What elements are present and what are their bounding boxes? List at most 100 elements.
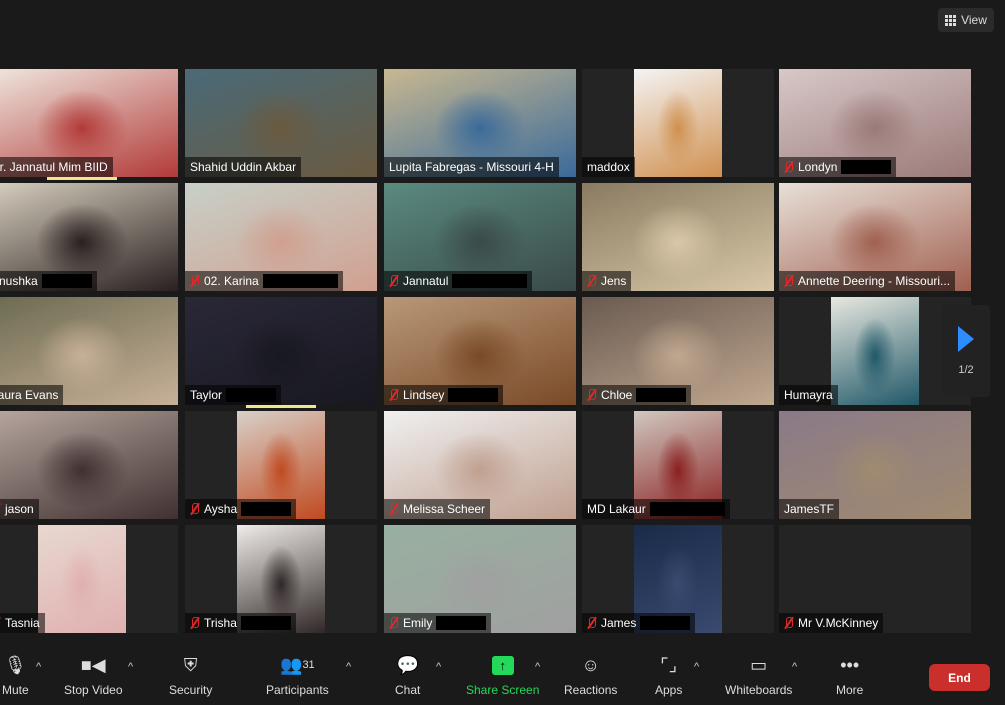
participant-name: Laura Evans bbox=[0, 388, 59, 402]
audio-activity-bar bbox=[47, 177, 117, 180]
participant-name-label: Chloe bbox=[582, 385, 692, 405]
more-button[interactable]: ••• More bbox=[836, 653, 863, 698]
grid-icon bbox=[945, 14, 957, 26]
participant-name-label: Aysha bbox=[185, 499, 297, 519]
muted-mic-icon bbox=[190, 617, 200, 629]
next-page-button[interactable]: 1/2 bbox=[942, 305, 990, 397]
participant-name: jason bbox=[5, 502, 34, 516]
participant-tile[interactable]: Tasnia bbox=[0, 525, 178, 633]
participant-name-label: Londyn bbox=[779, 157, 897, 177]
participant-tile[interactable]: Trisha bbox=[185, 525, 377, 633]
share-options-caret[interactable]: ^ bbox=[535, 661, 540, 673]
stop-video-button[interactable]: ■◀ Stop Video bbox=[64, 653, 123, 698]
reactions-button[interactable]: ☺ Reactions bbox=[564, 653, 617, 698]
participant-name: Tasnia bbox=[5, 616, 40, 630]
redaction-box bbox=[226, 388, 277, 402]
participant-tile[interactable]: Aysha bbox=[185, 411, 377, 519]
participant-name: Emily bbox=[403, 616, 433, 630]
participant-tile[interactable]: Chloe bbox=[582, 297, 774, 405]
muted-mic-icon bbox=[587, 617, 597, 629]
muted-mic-icon bbox=[389, 275, 399, 287]
participant-name-label: James bbox=[582, 613, 696, 633]
apps-button[interactable]: ⌜⌟ Apps bbox=[655, 653, 682, 698]
participant-tile[interactable]: Jens bbox=[582, 183, 774, 291]
participant-name: Lupita Fabregas - Missouri 4-H bbox=[389, 160, 554, 174]
view-button[interactable]: View bbox=[938, 8, 994, 32]
participant-name-label: Laura Evans bbox=[0, 385, 64, 405]
participant-tile[interactable]: Jannatul bbox=[384, 183, 576, 291]
muted-mic-icon bbox=[784, 617, 794, 629]
participant-tile[interactable]: Anushka bbox=[0, 183, 178, 291]
participants-button[interactable]: 👥 31 Participants bbox=[266, 653, 329, 698]
smiley-plus-icon: ☺ bbox=[581, 654, 600, 675]
participant-name-label: Dr. Jannatul Mim BIID bbox=[0, 157, 113, 177]
participant-count: 31 bbox=[302, 659, 315, 671]
chat-button[interactable]: 💬 Chat bbox=[395, 653, 420, 698]
participant-name-label: maddox bbox=[582, 157, 635, 177]
participant-name: Dr. Jannatul Mim BIID bbox=[0, 160, 108, 174]
end-meeting-button[interactable]: End bbox=[929, 664, 990, 691]
participant-name: James bbox=[601, 616, 637, 630]
meeting-toolbar: 🎙 Mute ^ ■◀ Stop Video ^ ⛨ Security 👥 31 Part… bbox=[0, 645, 1005, 705]
participant-name: Humayra bbox=[784, 388, 833, 402]
microphone-icon: 🎙 bbox=[3, 654, 27, 675]
participant-name-label: Taylor bbox=[185, 385, 282, 405]
redaction-box bbox=[636, 388, 687, 402]
mute-button[interactable]: 🎙 Mute bbox=[2, 653, 29, 698]
participant-tile[interactable]: jason bbox=[0, 411, 178, 519]
whiteboard-icon: ▭ bbox=[750, 654, 768, 675]
participant-name-label: Lindsey bbox=[384, 385, 504, 405]
page-indicator: 1/2 bbox=[958, 364, 974, 376]
muted-mic-icon bbox=[784, 275, 794, 287]
whiteboards-options-caret[interactable]: ^ bbox=[792, 661, 797, 673]
apps-options-caret[interactable]: ^ bbox=[694, 661, 699, 673]
participant-tile[interactable]: Shahid Uddin Akbar bbox=[185, 69, 377, 177]
share-screen-button[interactable]: ↑ Share Screen bbox=[466, 653, 539, 697]
muted-mic-icon bbox=[0, 503, 1, 515]
participant-tile[interactable]: Dr. Jannatul Mim BIID bbox=[0, 69, 178, 180]
redaction-box bbox=[240, 616, 291, 630]
participant-tile[interactable]: Londyn bbox=[779, 69, 971, 177]
apps-icon: ⌜⌟ bbox=[660, 654, 678, 675]
participant-tile[interactable]: Emily bbox=[384, 525, 576, 633]
muted-mic-icon bbox=[190, 275, 200, 287]
participants-options-caret[interactable]: ^ bbox=[346, 661, 351, 673]
participant-name-label: Jannatul bbox=[384, 271, 533, 291]
participant-tile[interactable]: MD Lakaur bbox=[582, 411, 774, 519]
participant-name-label: Emily bbox=[384, 613, 492, 633]
participant-tile[interactable]: Laura Evans bbox=[0, 297, 178, 405]
redaction-box bbox=[841, 160, 892, 174]
participant-tile[interactable]: Lindsey bbox=[384, 297, 576, 405]
participant-name: JamesTF bbox=[784, 502, 835, 516]
participant-name-label: Humayra bbox=[779, 385, 838, 405]
participant-name: MD Lakaur bbox=[587, 502, 646, 516]
participant-tile[interactable]: Melissa Scheer bbox=[384, 411, 576, 519]
participant-name-label: Mr V.McKinney bbox=[779, 613, 884, 633]
muted-mic-icon bbox=[389, 617, 399, 629]
participant-name: Aysha bbox=[204, 502, 238, 516]
participant-tile[interactable]: Lupita Fabregas - Missouri 4-H bbox=[384, 69, 576, 177]
redaction-box bbox=[640, 616, 691, 630]
muted-mic-icon bbox=[190, 503, 200, 515]
participant-name-label: jason bbox=[0, 499, 39, 519]
participant-name-label: Anushka bbox=[0, 271, 97, 291]
whiteboards-button[interactable]: ▭ Whiteboards bbox=[725, 653, 792, 698]
audio-options-caret[interactable]: ^ bbox=[36, 661, 41, 673]
muted-mic-icon bbox=[389, 389, 399, 401]
participant-tile[interactable]: maddox bbox=[582, 69, 774, 177]
participant-tile[interactable]: Annette Deering - Missouri... bbox=[779, 183, 971, 291]
participant-name-label: Melissa Scheer bbox=[384, 499, 491, 519]
muted-mic-icon bbox=[587, 275, 597, 287]
participant-tile[interactable]: 02. Karina bbox=[185, 183, 377, 291]
chat-options-caret[interactable]: ^ bbox=[436, 661, 441, 673]
participant-tile[interactable]: Mr V.McKinney bbox=[779, 525, 971, 633]
security-button[interactable]: ⛨ Security bbox=[169, 653, 212, 698]
shield-icon: ⛨ bbox=[183, 654, 198, 675]
participant-tile[interactable]: JamesTF bbox=[779, 411, 971, 519]
participant-video bbox=[37, 525, 127, 633]
participant-tile[interactable]: James bbox=[582, 525, 774, 633]
participant-name-label: Jens bbox=[582, 271, 632, 291]
video-options-caret[interactable]: ^ bbox=[128, 661, 133, 673]
participant-name: Londyn bbox=[798, 160, 838, 174]
participant-tile[interactable]: Taylor bbox=[185, 297, 377, 408]
